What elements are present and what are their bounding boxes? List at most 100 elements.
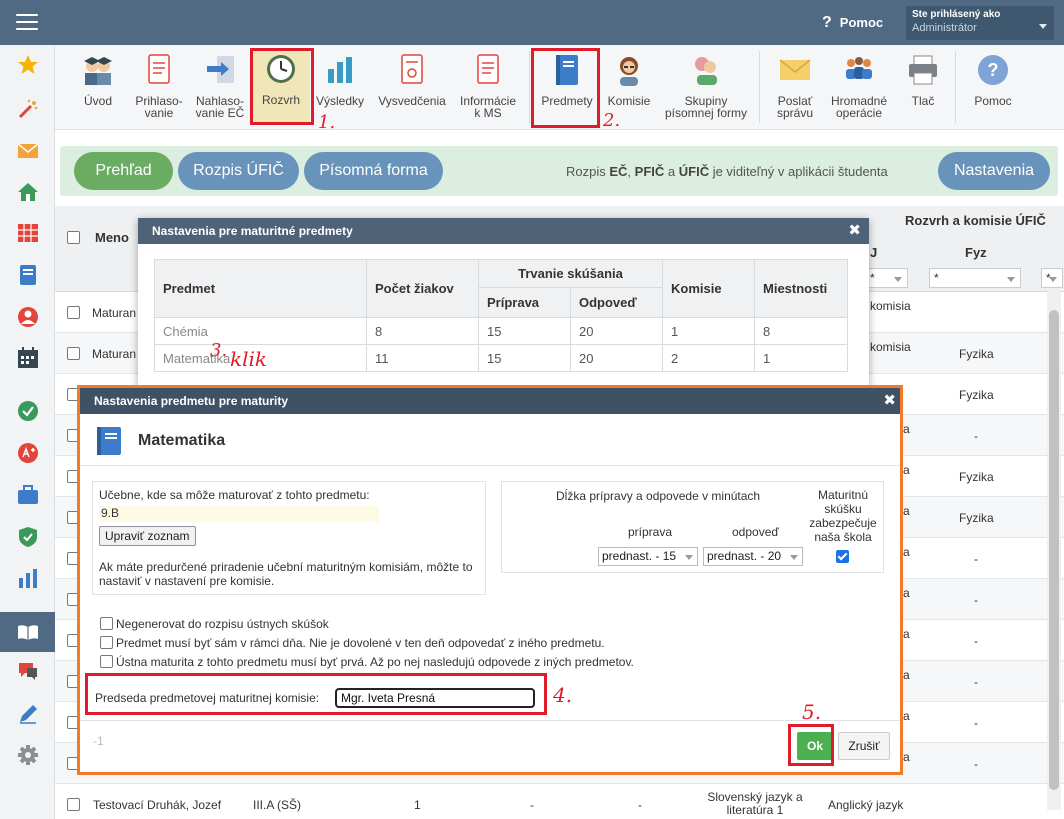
briefcase-icon[interactable] bbox=[17, 484, 39, 506]
toolbar-skupiny[interactable]: Skupiny písomnej formy bbox=[661, 49, 751, 119]
login-user: Administrátor bbox=[912, 22, 977, 34]
header-col-fyz: Fyz bbox=[965, 245, 987, 260]
toolbar-nahlasovanie[interactable]: Nahlaso- vanie EČ bbox=[192, 49, 248, 119]
cell-priprava: 15 bbox=[478, 344, 571, 372]
shield-check-icon[interactable] bbox=[17, 526, 39, 548]
person-icon[interactable] bbox=[17, 306, 39, 328]
login-caption: Ste prihlásený ako bbox=[912, 9, 1001, 20]
school-provides-line-2: skúšku bbox=[824, 502, 862, 516]
toolbar-pomoc[interactable]: ? Pomoc bbox=[967, 49, 1019, 107]
row-checkbox[interactable] bbox=[67, 306, 80, 319]
scrollbar-thumb[interactable] bbox=[1049, 310, 1059, 790]
row-name: Maturan bbox=[92, 306, 137, 320]
home-icon[interactable] bbox=[17, 181, 39, 203]
settings-button[interactable]: Nastavenia bbox=[938, 152, 1050, 190]
classrooms-value: 9.B bbox=[99, 506, 379, 522]
toolbar-vysledky[interactable]: Výsledky bbox=[313, 49, 367, 107]
option-no-generate[interactable]: Negenerovat do rozpisu ústnych skúšok bbox=[100, 617, 329, 631]
tab-prehlad[interactable]: Prehľad bbox=[74, 152, 173, 190]
odpoved-select[interactable]: prednast. - 20 bbox=[703, 547, 803, 566]
row-col-j: a bbox=[903, 504, 910, 518]
priprava-select[interactable]: prednast. - 15 bbox=[598, 547, 698, 566]
row-checkbox[interactable] bbox=[67, 347, 80, 360]
help-link[interactable]: ? Pomoc bbox=[822, 14, 883, 32]
cancel-button[interactable]: Zrušiť bbox=[838, 732, 890, 760]
filter-select-j[interactable]: * bbox=[865, 268, 908, 288]
plus-circle-icon[interactable] bbox=[17, 442, 39, 464]
school-provides-checkbox[interactable] bbox=[836, 550, 849, 563]
results-chart-icon bbox=[328, 57, 352, 83]
grid-calendar-icon[interactable] bbox=[17, 222, 39, 244]
toolbar-tlac[interactable]: Tlač bbox=[898, 49, 948, 107]
cell-komisie: 2 bbox=[662, 344, 755, 372]
table-row[interactable]: Testovací Druhák, Jozef III.A (SŠ) 1 - -… bbox=[55, 784, 1064, 819]
view-tab-band: Prehľad Rozpis ÚFIČ Písomná forma Rozpis… bbox=[60, 146, 1058, 196]
bar-chart-icon[interactable] bbox=[17, 568, 39, 590]
toolbar-uvod[interactable]: Úvod bbox=[74, 49, 122, 107]
subject-name: Matematika bbox=[138, 432, 226, 449]
row-fyz: - bbox=[974, 675, 978, 689]
cell-priprava: 15 bbox=[478, 317, 571, 345]
row-class: III.A (SŠ) bbox=[253, 798, 302, 812]
filter-select-next[interactable]: * bbox=[1041, 268, 1063, 288]
close-icon[interactable]: ✖ bbox=[883, 388, 896, 414]
option-oral-first[interactable]: Ústna maturita z tohto predmetu musí byť… bbox=[100, 655, 634, 669]
star-icon[interactable] bbox=[17, 54, 39, 76]
user-dropdown[interactable]: Ste prihlásený ako Administrátor bbox=[906, 6, 1054, 40]
hamburger-menu-icon[interactable] bbox=[16, 14, 38, 30]
certificate-icon bbox=[401, 54, 423, 84]
row-col-j: komisia bbox=[870, 299, 911, 313]
option-label: Predmet musí byť sám v rámci dňa. Nie je… bbox=[116, 636, 605, 650]
th-trvanie: Trvanie skúšania bbox=[478, 259, 663, 288]
toolbar-poslat-spravu[interactable]: Poslať správu bbox=[767, 49, 823, 119]
envelope-icon[interactable] bbox=[17, 140, 39, 162]
row-col-j: a bbox=[903, 668, 910, 682]
option-checkbox[interactable] bbox=[100, 636, 113, 649]
toolbar-separator bbox=[529, 51, 530, 123]
close-icon[interactable]: ✖ bbox=[848, 218, 861, 244]
mail-icon bbox=[779, 59, 811, 80]
table-row[interactable]: Chémia 8 15 20 1 8 bbox=[154, 317, 848, 345]
row-col-j: a bbox=[903, 586, 910, 600]
option-checkbox[interactable] bbox=[100, 655, 113, 668]
help-circle-icon: ? bbox=[978, 55, 1008, 85]
row-checkbox[interactable] bbox=[67, 798, 80, 811]
id-card-icon[interactable] bbox=[17, 264, 39, 286]
pencil-icon[interactable] bbox=[17, 703, 39, 725]
toolbar-komisie[interactable]: Komisie bbox=[602, 49, 656, 107]
note-bold-pfic: PFIČ bbox=[634, 164, 665, 179]
gear-icon[interactable] bbox=[17, 744, 39, 766]
chat-icon[interactable] bbox=[17, 660, 39, 682]
duration-label: Dĺžka prípravy a odpovede v minútach bbox=[556, 489, 761, 503]
form-icon bbox=[148, 54, 170, 84]
dialog-title: Nastavenia pre maturitné predmety bbox=[138, 218, 869, 244]
filter-select-fyz[interactable]: * bbox=[929, 268, 1021, 288]
toolbar-vysvedcenia[interactable]: Vysvedčenia bbox=[375, 49, 449, 107]
row-col-j: a bbox=[903, 545, 910, 559]
option-checkbox[interactable] bbox=[100, 617, 113, 630]
table-scrollbar[interactable] bbox=[1047, 290, 1061, 810]
toolbar-prihlasovanie[interactable]: Prihlaso- vanie bbox=[131, 49, 187, 119]
row-col-j: a bbox=[903, 463, 910, 477]
select-all-checkbox[interactable] bbox=[67, 231, 80, 244]
open-book-icon[interactable] bbox=[17, 621, 39, 643]
group-icon bbox=[695, 57, 717, 85]
cell-predmet[interactable]: Chémia bbox=[154, 317, 367, 345]
row-subject-2: Anglický jazyk bbox=[828, 798, 904, 812]
header-rozvrh-komisie: Rozvrh a komisie ÚFIČ bbox=[905, 213, 1046, 228]
toolbar-label-skupiny-2: písomnej formy bbox=[664, 106, 748, 120]
option-alone-in-day[interactable]: Predmet musí byť sám v rámci dňa. Nie je… bbox=[100, 636, 605, 650]
toolbar-informacie[interactable]: Informácie k MS bbox=[455, 49, 521, 119]
magic-wand-icon[interactable] bbox=[17, 98, 39, 120]
edit-list-button[interactable]: Upraviť zoznam bbox=[99, 526, 196, 546]
tab-rozpis-ufic[interactable]: Rozpis ÚFIČ bbox=[178, 152, 299, 190]
tab-pisomna-forma[interactable]: Písomná forma bbox=[304, 152, 443, 190]
annotation-step-5: 5. bbox=[802, 700, 822, 724]
note-text-4: je viditeľný v aplikácii študenta bbox=[709, 164, 888, 179]
annotation-step-3-word: klik bbox=[230, 347, 268, 371]
calendar-icon[interactable] bbox=[17, 347, 39, 369]
th-pocet: Počet žiakov bbox=[366, 259, 479, 318]
check-circle-icon[interactable] bbox=[17, 400, 39, 422]
th-odpoved: Odpoveď bbox=[570, 287, 663, 318]
toolbar-hromadne[interactable]: Hromadné operácie bbox=[829, 49, 889, 119]
